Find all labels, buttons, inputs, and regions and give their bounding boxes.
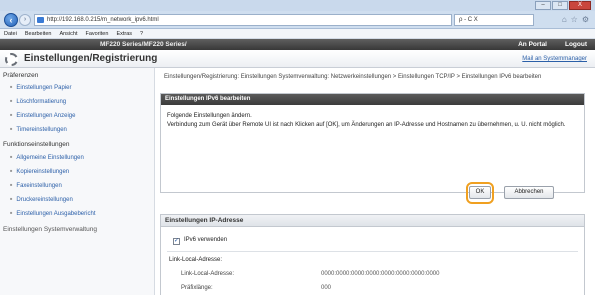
sidebar-item-display[interactable]: Einstellungen Anzeige [10,113,75,119]
maximize-button[interactable]: □ [552,1,568,10]
link-local-address-label: Link-Local-Adresse: [181,271,235,277]
menu-favorites[interactable]: Favoriten [86,29,109,38]
ip-address-panel: Einstellungen IP-Adresse ✓ IPv6 verwende… [160,214,585,295]
favorites-star-icon[interactable]: ☆ [571,15,578,24]
sidebar-item-timer[interactable]: Timereinstellungen [10,127,66,133]
warning-message: Verbindung zum Gerät über Remote UI ist … [167,122,566,128]
sidebar-group-system[interactable]: Einstellungen Systemverwaltung [3,226,97,233]
sidebar-item-erase-format[interactable]: Löschformatierung [10,99,66,105]
link-local-heading: Link-Local-Adresse: [169,257,223,263]
address-bar[interactable]: http://192.168.0.215/m_network_ipv6.html [34,14,452,26]
sidebar-item-report[interactable]: Einstellungen Ausgabebericht [10,211,95,217]
sidebar: Präferenzen Einstellungen Papier Löschfo… [0,68,155,295]
close-window-button[interactable]: X [569,1,591,10]
divider [167,251,578,252]
home-icon[interactable]: ⌂ [562,15,567,24]
page-title: Einstellungen/Registrierung [24,53,158,64]
menu-tools[interactable]: Extras [116,29,132,38]
intro-text: Folgende Einstellungen ändern. [167,113,252,119]
menu-view[interactable]: Ansicht [59,29,77,38]
ok-button[interactable]: OK [469,186,491,199]
breadcrumb: Einstellungen/Registrierung: Einstellung… [164,74,542,80]
logout-link[interactable]: Logout [565,39,587,50]
address-url: http://192.168.0.215/m_network_ipv6.html [47,17,159,23]
window-title-bar: – □ X [0,0,595,11]
page-header: Einstellungen/Registrierung Mail an Syst… [0,50,595,68]
settings-gear-icon [5,53,18,66]
edit-ipv6-panel-title: Einstellungen IPv6 bearbeiten [161,94,584,105]
address-controls[interactable]: ρ - C X [454,14,534,26]
mail-systemmanager-link[interactable]: Mail an Systemmanager [522,50,587,68]
sidebar-item-general[interactable]: Allgemeine Einstellungen [10,155,83,161]
menu-file[interactable]: Datei [4,29,17,38]
site-favicon-icon [37,17,44,23]
sidebar-group-preferences[interactable]: Präferenzen [3,72,38,79]
toolbar-icons: ⌂ ☆ ⚙ [562,15,589,24]
sidebar-item-printer[interactable]: Druckereinstellungen [10,197,72,203]
prefix-length-value: 000 [321,285,332,291]
menu-help[interactable]: ? [140,29,143,38]
sidebar-group-functions[interactable]: Funktionseinstellungen [3,141,70,148]
use-ipv6-label: IPv6 verwenden [184,237,228,243]
use-ipv6-checkbox[interactable]: ✓ [173,238,180,245]
tools-gear-icon[interactable]: ⚙ [582,15,589,24]
prefix-length-label: Präfixlänge: [181,285,213,291]
menu-bar: Datei Bearbeiten Ansicht Favoriten Extra… [0,29,595,39]
forward-button[interactable]: › [19,14,31,26]
device-header-bar: MF220 Series/MF220 Series/ An Portal Log… [0,39,595,50]
portal-link[interactable]: An Portal [518,39,547,50]
browser-toolbar: ‹ › http://192.168.0.215/m_network_ipv6.… [0,11,595,29]
sidebar-item-copy[interactable]: Kopiereinstellungen [10,169,69,175]
device-model: MF220 Series/MF220 Series/ [100,41,187,48]
link-local-address-value: 0000:0000:0000:0000:0000:0000:0000:0000 [321,271,440,277]
sidebar-item-fax[interactable]: Faxeinstellungen [10,183,61,189]
minimize-button[interactable]: – [535,1,551,10]
back-button[interactable]: ‹ [4,13,18,27]
edit-ipv6-panel: Einstellungen IPv6 bearbeiten Folgende E… [160,93,585,204]
edit-panel-body: Folgende Einstellungen ändern. Verbindun… [167,112,577,130]
sidebar-item-paper[interactable]: Einstellungen Papier [10,85,71,91]
cancel-button[interactable]: Abbrechen [504,186,554,199]
menu-edit[interactable]: Bearbeiten [25,29,52,38]
ip-address-panel-title: Einstellungen IP-Adresse [161,215,584,227]
window-controls: – □ X [535,1,591,10]
